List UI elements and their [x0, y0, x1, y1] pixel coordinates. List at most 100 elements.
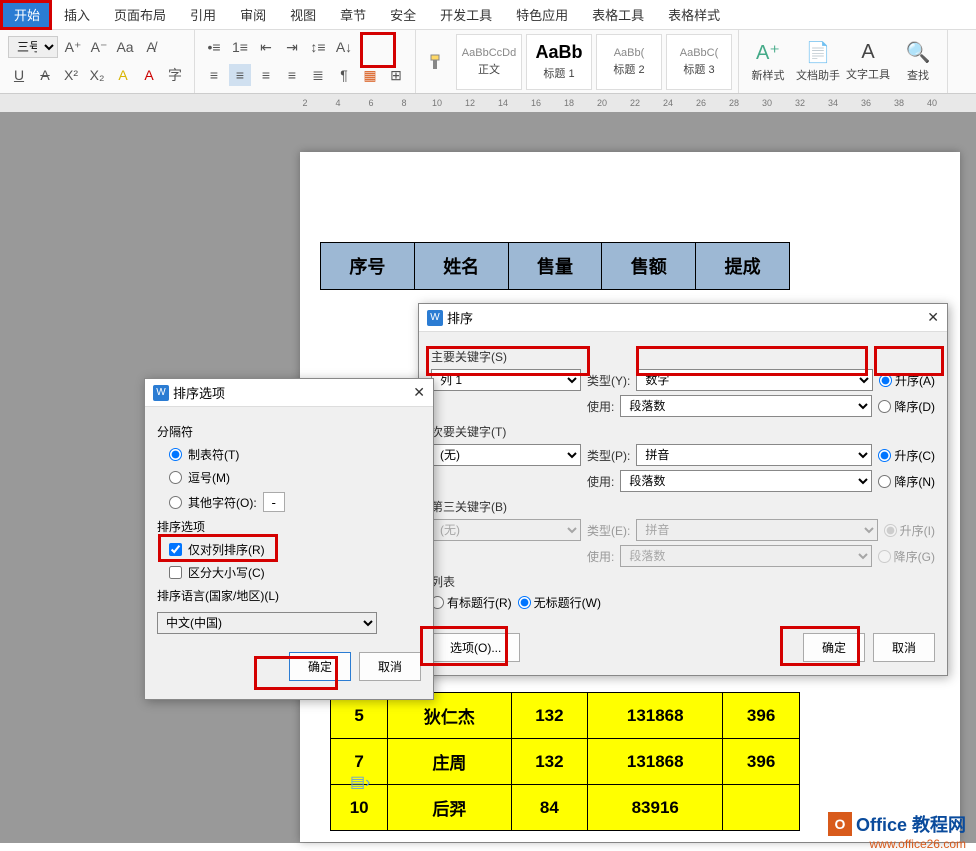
bullets-icon[interactable]: •≡ — [203, 36, 225, 58]
clear-format-icon[interactable]: A̸ — [140, 36, 162, 58]
change-case-icon[interactable]: Aa — [114, 36, 136, 58]
distribute-icon[interactable]: ≣ — [307, 64, 329, 86]
th-comm: 提成 — [696, 243, 790, 290]
tab-insert[interactable]: 插入 — [52, 0, 102, 30]
has-header-radio[interactable]: 有标题行(R) — [431, 594, 512, 611]
tab-start[interactable]: 开始 — [2, 0, 52, 30]
tab-chapter[interactable]: 章节 — [328, 0, 378, 30]
increase-font-icon[interactable]: A⁺ — [62, 36, 84, 58]
case-sens-checkbox[interactable]: 区分大小写(C) — [169, 564, 421, 581]
close-icon[interactable]: ✕ — [413, 384, 425, 401]
ribbon-group-styles: AaBbCcDd正文 AaBb标题 1 AaBb(标题 2 AaBbC(标题 3 — [416, 30, 739, 93]
ribbon-group-paragraph: •≡ 1≡ ⇤ ⇥ ↕≡ A↓ ≡ ≡ ≡ ≡ ≣ ¶ ▦ ⊞ — [195, 30, 416, 93]
th-name: 姓名 — [414, 243, 508, 290]
align-justify-icon[interactable]: ≡ — [281, 64, 303, 86]
asc-c-radio[interactable]: 升序(C) — [878, 447, 935, 464]
type-y-label: 类型(Y): — [587, 372, 630, 389]
tab-pagelayout[interactable]: 页面布局 — [102, 0, 178, 30]
third-use-select: 段落数 — [620, 545, 871, 567]
sortopt-cancel-button[interactable]: 取消 — [359, 652, 421, 681]
asc-a-radio[interactable]: 升序(A) — [879, 372, 935, 389]
sep-comma-radio[interactable]: 逗号(M) — [169, 469, 421, 486]
sortopt-ok-button[interactable]: 确定 — [289, 652, 351, 681]
sort-dialog-title-bar[interactable]: W 排序 ✕ — [419, 304, 947, 332]
table-row[interactable]: 7庄周132131868396 — [331, 739, 800, 785]
primary-key-select[interactable]: 列 1 — [431, 369, 581, 391]
secondary-use-select[interactable]: 段落数 — [620, 470, 872, 492]
sortopt-title-bar[interactable]: W 排序选项 ✕ — [145, 379, 433, 407]
border-icon[interactable]: ⊞ — [385, 64, 407, 86]
style-h1[interactable]: AaBb标题 1 — [526, 34, 592, 90]
style-normal[interactable]: AaBbCcDd正文 — [456, 34, 522, 90]
data-table[interactable]: 序号 姓名 售量 售额 提成 — [320, 242, 790, 290]
sep-tab-radio[interactable]: 制表符(T) — [169, 446, 421, 463]
char-shading-icon[interactable]: 字 — [164, 64, 186, 86]
style-h2[interactable]: AaBb(标题 2 — [596, 34, 662, 90]
shading-icon[interactable]: ▦ — [359, 64, 381, 86]
use-label-1: 使用: — [587, 398, 614, 415]
new-style-button[interactable]: A⁺新样式 — [745, 34, 791, 90]
subscript-icon[interactable]: X₂ — [86, 64, 108, 86]
ruler: 246810121416182022242628303234363840 — [0, 94, 976, 112]
th-qty: 售量 — [508, 243, 602, 290]
align-left-icon[interactable]: ≡ — [203, 64, 225, 86]
format-painter-icon[interactable] — [422, 51, 452, 73]
sort-cancel-button[interactable]: 取消 — [873, 633, 935, 662]
show-marks-icon[interactable]: ¶ — [333, 64, 355, 86]
tab-view[interactable]: 视图 — [278, 0, 328, 30]
type-p-label: 类型(P): — [587, 447, 630, 464]
style-h3[interactable]: AaBbC(标题 3 — [666, 34, 732, 90]
tab-security[interactable]: 安全 — [378, 0, 428, 30]
lang-select[interactable]: 中文(中国) — [157, 612, 377, 634]
close-icon[interactable]: ✕ — [927, 309, 939, 326]
text-tool-button[interactable]: A文字工具 — [845, 34, 891, 90]
sep-other-radio[interactable]: 其他字符(O): — [169, 492, 421, 512]
line-spacing-icon[interactable]: ↕≡ — [307, 36, 329, 58]
align-center-icon[interactable]: ≡ — [229, 64, 251, 86]
desc-n-radio[interactable]: 降序(N) — [878, 473, 935, 490]
font-color-icon[interactable]: A — [138, 64, 160, 86]
sort-options-button[interactable]: 选项(O)... — [431, 633, 520, 662]
tab-tablestyle[interactable]: 表格样式 — [656, 0, 732, 30]
ribbon-group-font: 三号 A⁺ A⁻ Aa A̸ U A X² X₂ A A 字 — [0, 30, 195, 93]
strike-icon[interactable]: A — [34, 64, 56, 86]
wps-icon: W — [427, 310, 443, 326]
indent-inc-icon[interactable]: ⇥ — [281, 36, 303, 58]
sep-other-input[interactable] — [263, 492, 285, 512]
col-only-checkbox[interactable]: 仅对列排序(R) — [169, 541, 421, 558]
sort-ok-button[interactable]: 确定 — [803, 633, 865, 662]
superscript-icon[interactable]: X² — [60, 64, 82, 86]
align-right-icon[interactable]: ≡ — [255, 64, 277, 86]
secondary-key-label: 次要关键字(T) — [431, 423, 935, 440]
primary-key-label: 主要关键字(S) — [431, 348, 935, 365]
th-seq: 序号 — [321, 243, 415, 290]
find-icon: 🔍 — [906, 40, 931, 65]
data-table-rows[interactable]: 5狄仁杰132131868396 7庄周132131868396 10后羿848… — [330, 692, 800, 831]
primary-use-select[interactable]: 段落数 — [620, 395, 872, 417]
find-button[interactable]: 🔍查找 — [895, 34, 941, 90]
menu-tab-bar: 开始 插入 页面布局 引用 审阅 视图 章节 安全 开发工具 特色应用 表格工具… — [0, 0, 976, 30]
new-style-icon: A⁺ — [756, 40, 780, 65]
table-row[interactable]: 10后羿8483916 — [331, 785, 800, 831]
font-size-select[interactable]: 三号 — [8, 36, 58, 58]
secondary-key-select[interactable]: (无) — [431, 444, 581, 466]
desc-d-radio[interactable]: 降序(D) — [878, 398, 935, 415]
tab-tabletool[interactable]: 表格工具 — [580, 0, 656, 30]
tab-reference[interactable]: 引用 — [178, 0, 228, 30]
decrease-font-icon[interactable]: A⁻ — [88, 36, 110, 58]
tab-review[interactable]: 审阅 — [228, 0, 278, 30]
primary-type-select[interactable]: 数字 — [636, 369, 873, 391]
wps-icon: W — [153, 385, 169, 401]
ribbon: 三号 A⁺ A⁻ Aa A̸ U A X² X₂ A A 字 •≡ 1≡ ⇤ ⇥… — [0, 30, 976, 94]
underline-icon[interactable]: U — [8, 64, 30, 86]
highlight-icon[interactable]: A — [112, 64, 134, 86]
th-amt: 售额 — [602, 243, 696, 290]
no-header-radio[interactable]: 无标题行(W) — [518, 594, 601, 611]
tab-feature[interactable]: 特色应用 — [504, 0, 580, 30]
indent-dec-icon[interactable]: ⇤ — [255, 36, 277, 58]
doc-helper-button[interactable]: 📄文档助手 — [795, 34, 841, 90]
numbering-icon[interactable]: 1≡ — [229, 36, 251, 58]
sort-icon[interactable]: A↓ — [333, 36, 355, 58]
secondary-type-select[interactable]: 拼音 — [636, 444, 872, 466]
tab-devtools[interactable]: 开发工具 — [428, 0, 504, 30]
